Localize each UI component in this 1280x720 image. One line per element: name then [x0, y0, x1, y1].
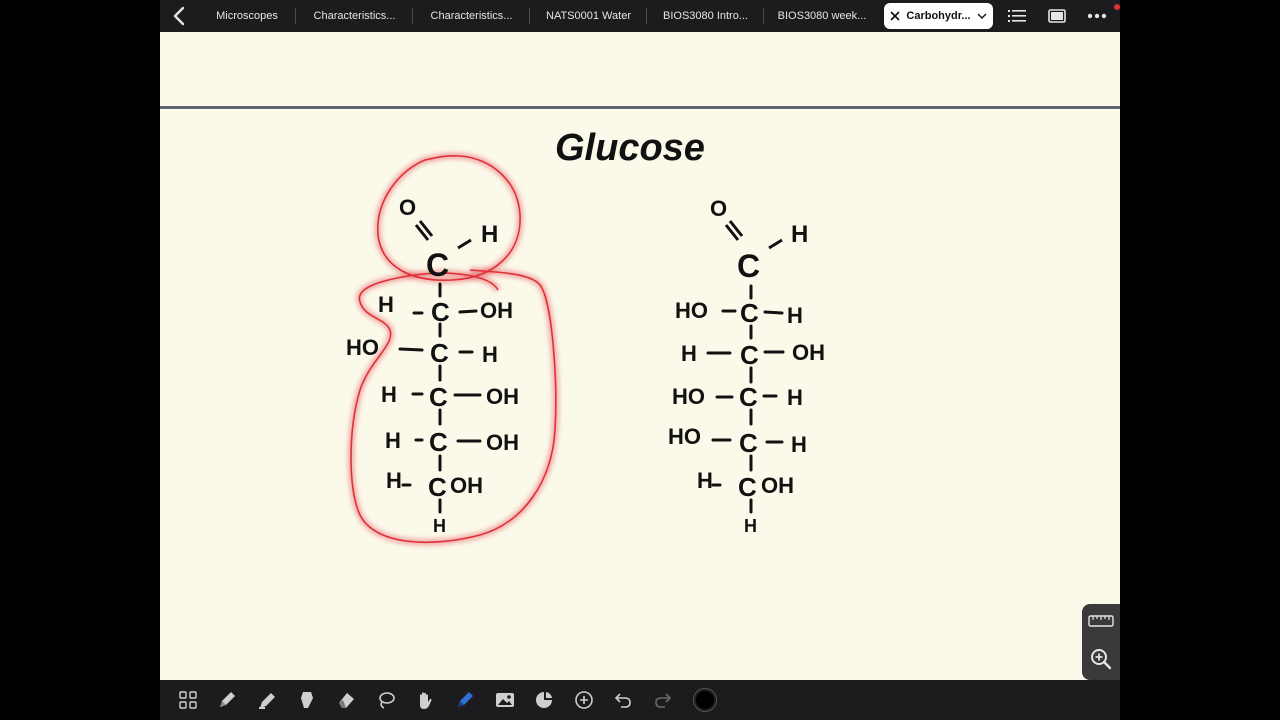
- left-row1-right: OH: [480, 298, 513, 323]
- active-pen-tool[interactable]: [445, 680, 485, 720]
- right-structure: O H C HO C H H C OH HO C H HO C H H C OH…: [668, 196, 825, 536]
- right-bottom-h: H: [744, 516, 757, 536]
- recording-indicator: [1114, 4, 1120, 10]
- left-row2-right: H: [482, 342, 498, 367]
- undo-button[interactable]: [604, 680, 644, 720]
- highlighter-icon: [258, 693, 275, 709]
- right-row4-center: C: [739, 428, 758, 458]
- left-row1-center: C: [431, 297, 450, 327]
- redo-icon: [655, 693, 672, 708]
- shapes-tool[interactable]: [524, 680, 564, 720]
- image-icon: [495, 693, 514, 707]
- right-o-label: O: [710, 196, 727, 221]
- left-h-label: H: [481, 221, 498, 248]
- left-bottom-h: H: [433, 516, 446, 536]
- right-row5-left: H: [697, 468, 713, 493]
- note-title: Glucose: [555, 127, 705, 169]
- zoom-in-icon[interactable]: [1090, 648, 1112, 670]
- right-row4-left: HO: [668, 424, 701, 449]
- add-button[interactable]: [564, 680, 604, 720]
- side-tool-panel: [1082, 604, 1120, 680]
- lasso-tool[interactable]: [366, 680, 406, 720]
- color-swatch: [693, 689, 716, 711]
- left-row5-center: C: [428, 472, 447, 502]
- left-row1-left: H: [378, 292, 394, 317]
- left-row3-right: OH: [486, 384, 519, 409]
- right-row5-right: OH: [761, 473, 794, 498]
- left-row5-right: OH: [450, 473, 483, 498]
- right-row5-center: C: [738, 472, 757, 502]
- right-row1-left: HO: [675, 298, 708, 323]
- image-tool[interactable]: [485, 680, 525, 720]
- hand-tool[interactable]: [406, 680, 446, 720]
- right-h-label: H: [791, 221, 808, 248]
- tool-bar: [160, 680, 1120, 720]
- tape-tool[interactable]: [287, 680, 327, 720]
- left-row4-left: H: [385, 428, 401, 453]
- left-row2-left: HO: [346, 335, 379, 360]
- right-row3-center: C: [739, 382, 758, 412]
- left-row3-left: H: [381, 382, 397, 407]
- right-row2-left: H: [681, 341, 697, 366]
- active-pen-icon: [457, 692, 473, 707]
- eraser-tool[interactable]: [326, 680, 366, 720]
- left-row3-center: C: [429, 382, 448, 412]
- pen-icon: [220, 692, 236, 707]
- right-row2-right: OH: [792, 340, 825, 365]
- note-page[interactable]: Microscopes Characteristics... Character…: [160, 0, 1120, 720]
- right-row3-right: H: [787, 385, 803, 410]
- left-c1-label: C: [426, 247, 449, 283]
- right-row1-center: C: [740, 298, 759, 328]
- shapes-icon: [536, 692, 553, 708]
- left-row2-center: C: [430, 338, 449, 368]
- pen-tool[interactable]: [208, 680, 248, 720]
- right-row4-right: H: [791, 432, 807, 457]
- left-o-label: O: [399, 195, 416, 220]
- highlighter-tool[interactable]: [247, 680, 287, 720]
- eraser-icon: [339, 693, 355, 708]
- right-row2-center: C: [740, 340, 759, 370]
- ruler-icon[interactable]: [1088, 614, 1114, 628]
- hand-icon: [420, 692, 432, 709]
- plus-icon: [574, 691, 593, 709]
- grid-icon: [179, 691, 197, 709]
- handwriting-canvas[interactable]: Glucose O H C H C OH HO C H H C OH H C O…: [160, 0, 1120, 680]
- left-row5-left: H: [386, 468, 402, 493]
- right-row1-right: H: [787, 303, 803, 328]
- left-row4-center: C: [429, 427, 448, 457]
- lasso-icon: [378, 692, 395, 709]
- right-c1-label: C: [737, 248, 760, 284]
- redo-button[interactable]: [643, 680, 683, 720]
- page-grid-button[interactable]: [168, 680, 208, 720]
- left-row4-right: OH: [486, 430, 519, 455]
- undo-icon: [615, 693, 632, 708]
- tape-icon: [300, 692, 313, 708]
- color-picker[interactable]: [685, 680, 725, 720]
- right-row3-left: HO: [672, 384, 705, 409]
